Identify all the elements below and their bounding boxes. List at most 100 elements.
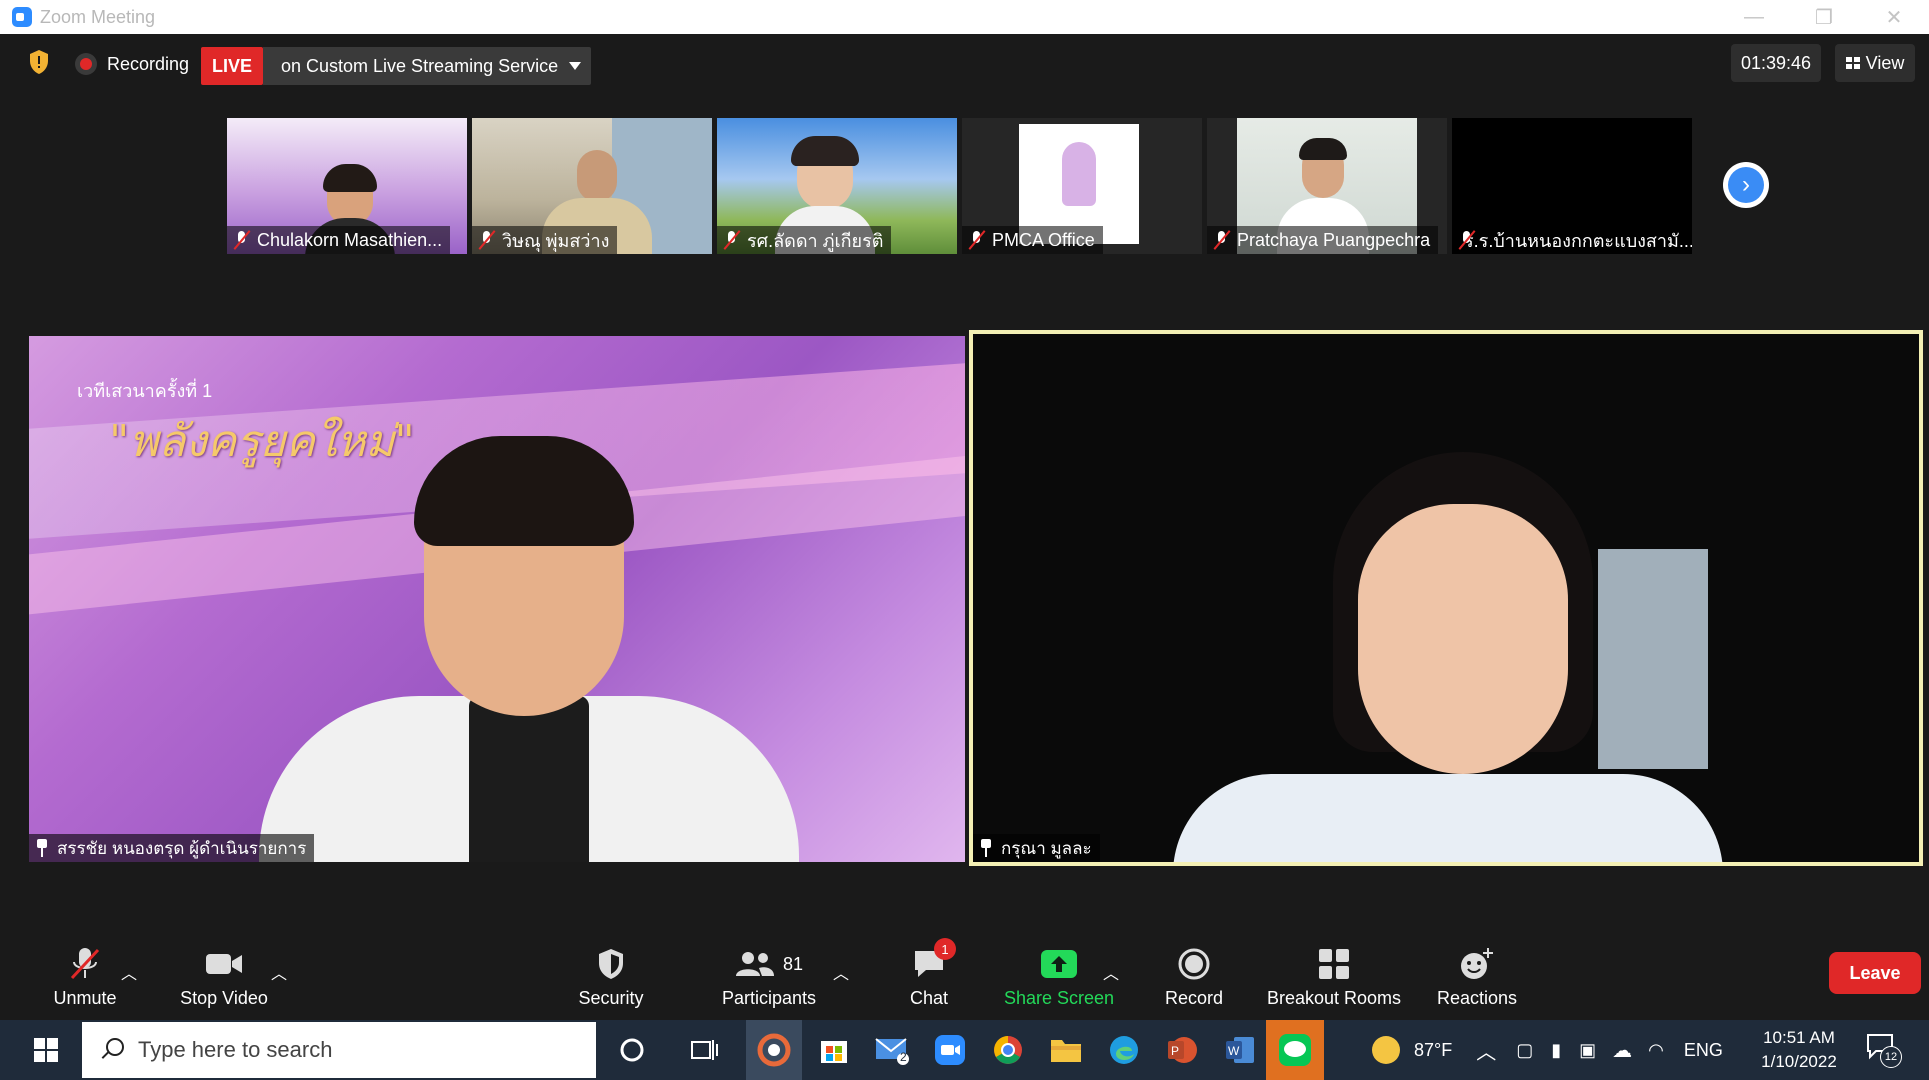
line-app-icon[interactable] (1266, 1020, 1324, 1080)
recording-indicator-icon[interactable] (75, 53, 97, 75)
taskbar-clock[interactable]: 10:51 AM 1/10/2022 (1744, 1026, 1854, 1074)
meeting-app-taskbar-icon[interactable] (746, 1020, 802, 1080)
file-explorer-icon[interactable] (1044, 1028, 1088, 1072)
chevron-down-icon (569, 62, 581, 70)
start-button[interactable] (22, 1020, 70, 1080)
live-stream-label: on Custom Live Streaming Service (281, 55, 559, 76)
search-placeholder: Type here to search (138, 1037, 333, 1062)
search-icon (100, 1038, 124, 1062)
stop-video-button[interactable]: Stop Video (169, 944, 279, 1009)
clock-time: 10:51 AM (1763, 1028, 1835, 1047)
chevron-right-icon: › (1728, 167, 1764, 203)
stop-video-label: Stop Video (180, 988, 268, 1008)
participant-thumbnail[interactable]: Pratchaya Puangpechra (1207, 118, 1447, 254)
record-button[interactable]: Record (1149, 944, 1239, 1009)
security-label: Security (578, 988, 644, 1008)
leave-button[interactable]: Leave (1829, 952, 1921, 994)
microsoft-store-icon[interactable] (812, 1028, 856, 1072)
muted-mic-icon (968, 230, 986, 250)
participants-count: 81 (782, 953, 804, 974)
video-participant-name: สรรชัย หนองตรุด ผู้ดำเนินรายการ (57, 838, 307, 858)
tray-expand-icon[interactable]: ︿ (1476, 1036, 1496, 1065)
next-page-button[interactable]: › (1723, 162, 1769, 208)
share-screen-button[interactable]: Share Screen (999, 944, 1119, 1009)
reactions-button[interactable]: Reactions (1427, 944, 1527, 1009)
participants-icon-group: 81 (735, 944, 803, 984)
close-button[interactable]: ✕ (1859, 0, 1929, 34)
zoom-taskbar-icon[interactable] (928, 1028, 972, 1072)
muted-mic-icon (1213, 230, 1231, 250)
participant-thumbnail[interactable]: Chulakorn Masathien... (227, 118, 467, 254)
breakout-rooms-button[interactable]: Breakout Rooms (1259, 944, 1409, 1009)
muted-mic-icon (478, 230, 496, 250)
participants-options-caret-icon[interactable]: ︿ (833, 960, 849, 984)
meeting-toolbar: Unmute ︿ Stop Video ︿ Security 81 Partic… (9, 934, 1929, 1020)
notification-center-button[interactable]: 12 (1866, 1032, 1906, 1068)
video-participant-name: กรุณา มูลละ (1001, 838, 1092, 858)
audio-options-caret-icon[interactable]: ︿ (121, 960, 137, 984)
record-label: Record (1164, 988, 1224, 1008)
taskbar-search-box[interactable]: Type here to search (82, 1022, 596, 1078)
video-name-label: สรรชัย หนองตรุด ผู้ดำเนินรายการ (29, 834, 315, 862)
system-tray: 87°F ︿ ▢ ▮ ▣ ☁ ◠ ENG (1372, 1020, 1723, 1080)
weather-sun-icon[interactable] (1372, 1036, 1400, 1064)
share-screen-icon (1040, 944, 1078, 984)
live-stream-dropdown[interactable]: on Custom Live Streaming Service (263, 47, 591, 85)
background-object (1598, 549, 1708, 769)
participants-button[interactable]: 81 Participants (709, 944, 829, 1009)
onedrive-cloud-icon[interactable]: ☁ (1612, 1038, 1632, 1063)
video-tile-host[interactable]: เวทีเสวนาครั้งที่ 1 "พลังครูยุคใหม่" สรร… (29, 336, 965, 862)
pin-icon (979, 839, 993, 857)
word-icon[interactable]: W (1218, 1028, 1262, 1072)
chat-label: Chat (909, 988, 949, 1008)
chrome-icon[interactable] (986, 1028, 1030, 1072)
participant-thumbnail[interactable]: PMCA Office (962, 118, 1202, 254)
participant-name: วิษณุ พุ่มสว่าง (502, 230, 610, 251)
speaker-face (1358, 504, 1568, 774)
security-shield-icon (597, 944, 625, 984)
participant-name: รศ.ลัดดา ภู่เกียรติ (747, 230, 884, 251)
mail-icon[interactable]: 2 (870, 1028, 914, 1072)
task-view-icon[interactable] (682, 1028, 726, 1072)
display-icon[interactable]: ▣ (1579, 1040, 1596, 1061)
share-options-caret-icon[interactable]: ︿ (1103, 960, 1119, 984)
banner-headline: "พลังครูยุคใหม่" (109, 416, 415, 467)
participants-label: Participants (721, 988, 817, 1008)
participant-thumbnail[interactable]: ร.ร.บ้านหนองกกตะแบงสามั... (1452, 118, 1692, 254)
meet-now-icon[interactable]: ▢ (1516, 1040, 1533, 1061)
encryption-shield-icon[interactable] (27, 48, 51, 76)
minimize-button[interactable]: — (1719, 0, 1789, 34)
breakout-rooms-label: Breakout Rooms (1266, 988, 1402, 1008)
speaker-body (1173, 774, 1723, 862)
participant-name: ร.ร.บ้านหนองกกตะแบงสามั... (1464, 230, 1692, 251)
restore-button[interactable]: ❐ (1789, 0, 1859, 34)
video-tile-active-speaker[interactable]: กรุณา มูลละ (969, 330, 1923, 866)
wifi-icon[interactable]: ◠ (1648, 1040, 1664, 1061)
speaker-shirt (469, 696, 589, 862)
usb-icon[interactable]: ▮ (1551, 1040, 1561, 1061)
view-button[interactable]: View (1835, 44, 1915, 82)
svg-text:W: W (1228, 1044, 1240, 1058)
muted-mic-icon (233, 230, 251, 250)
video-options-caret-icon[interactable]: ︿ (271, 960, 287, 984)
svg-text:P: P (1171, 1044, 1179, 1058)
muted-mic-icon (723, 230, 741, 250)
participant-thumbnail[interactable]: วิษณุ พุ่มสว่าง (472, 118, 712, 254)
video-name-label: กรุณา มูลละ (973, 834, 1100, 862)
view-label: View (1865, 52, 1905, 73)
unmute-button[interactable]: Unmute (35, 944, 135, 1009)
participant-name: Chulakorn Masathien... (257, 229, 443, 250)
window-titlebar: Zoom Meeting — ❐ ✕ (0, 0, 1929, 34)
edge-icon[interactable] (1102, 1028, 1146, 1072)
video-camera-icon (205, 944, 243, 984)
participant-thumbnail[interactable]: รศ.ลัดดา ภู่เกียรติ (717, 118, 957, 254)
cortana-icon[interactable] (610, 1028, 654, 1072)
weather-temperature[interactable]: 87°F (1414, 1040, 1452, 1061)
security-button[interactable]: Security (561, 944, 661, 1009)
input-language[interactable]: ENG (1684, 1040, 1723, 1061)
powerpoint-icon[interactable]: P (1160, 1028, 1204, 1072)
grid-view-icon (1845, 57, 1860, 69)
meeting-timer: 01:39:46 (1731, 44, 1821, 82)
chat-button[interactable]: 1 Chat (889, 938, 969, 1009)
windows-taskbar: Type here to search 2 P W 87°F ︿ ▢ ▮ ▣ ☁… (0, 1020, 1929, 1080)
